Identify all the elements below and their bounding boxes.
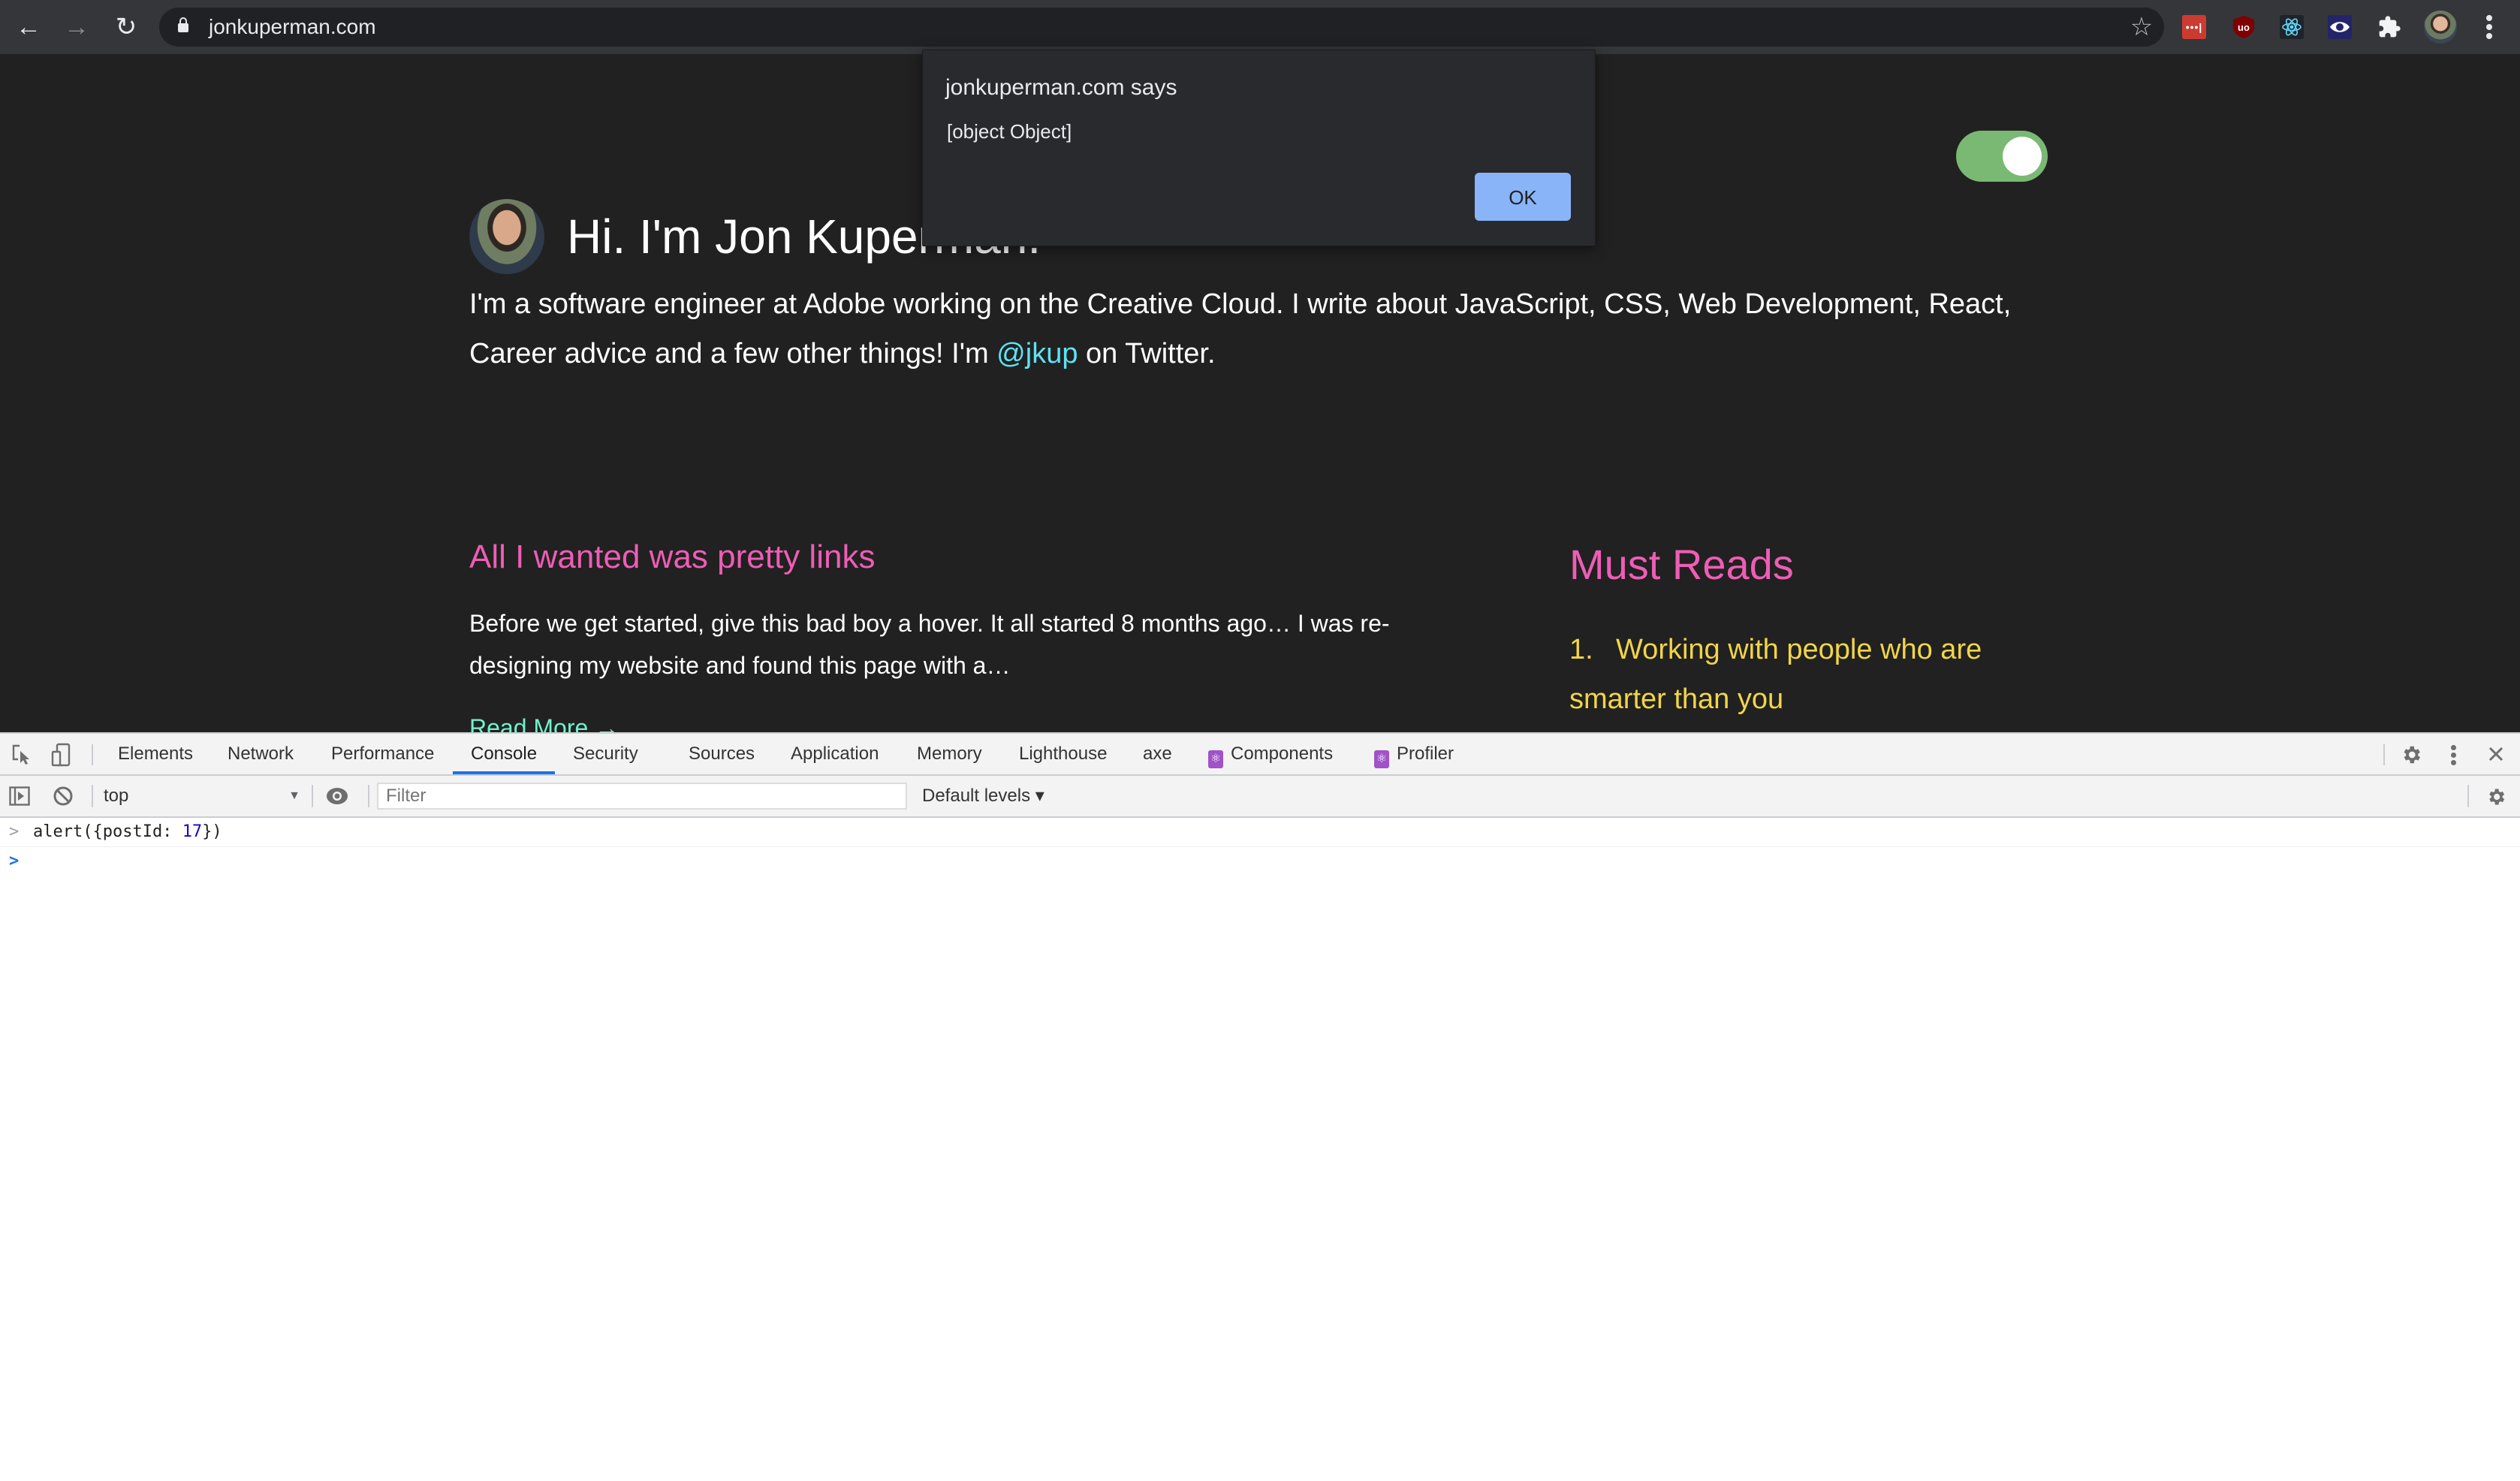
read-more-link[interactable]: Read More → [469, 709, 619, 732]
execution-context-select[interactable]: top ▼ [104, 783, 300, 809]
browser-toolbar: ← → ↻ jonkuperman.com ☆ •••| uo [0, 0, 2520, 54]
alert-title: jonkuperman.com says [945, 75, 1177, 100]
item-label[interactable]: Working with people who are smarter than… [1569, 634, 1982, 715]
bookmark-star-icon[interactable]: ☆ [2127, 12, 2157, 42]
tab-memory[interactable]: Memory [917, 734, 982, 774]
intro-text-end: on Twitter. [1078, 338, 1216, 369]
intro-paragraph: I'm a software engineer at Adobe working… [469, 279, 2031, 379]
code-text: }) [202, 822, 222, 841]
console-command: alert({postId: 17}) [33, 818, 222, 846]
inspect-element-icon[interactable] [12, 744, 32, 765]
toolbar-divider [312, 785, 313, 807]
console-toolbar: top ▼ Default levels ▾ [0, 776, 2520, 818]
must-reads-list: 1. Working with people who are smarter th… [1569, 625, 2035, 724]
tab-sources[interactable]: Sources [689, 734, 755, 774]
toolbar-divider [2467, 785, 2469, 807]
alert-message: [object Object] [947, 120, 1072, 143]
arrow-left-icon: ← [16, 13, 41, 41]
chrome-menu-button[interactable] [2478, 11, 2500, 44]
tab-console[interactable]: Console [471, 734, 537, 774]
react-devtools-extension-icon[interactable] [2280, 15, 2304, 39]
console-output[interactable]: > alert({postId: 17}) > [0, 818, 2520, 1481]
tab-profiler[interactable]: ⚛ Profiler [1374, 734, 1454, 774]
tab-network[interactable]: Network [228, 734, 294, 774]
show-sidebar-icon[interactable] [9, 786, 30, 806]
react-icon: ⚛ [1208, 750, 1223, 768]
svg-text:uo: uo [2238, 22, 2250, 33]
ok-button[interactable]: OK [1475, 173, 1571, 221]
devtools-tab-bar: Elements Network Performance Console Sec… [0, 734, 2520, 776]
log-levels-dropdown[interactable]: Default levels ▾ [922, 783, 1044, 809]
tab-elements[interactable]: Elements [118, 734, 193, 774]
tab-components-label: Components [1231, 744, 1334, 764]
console-filter-input[interactable] [377, 783, 907, 810]
back-button[interactable]: ← [12, 11, 45, 44]
toolbar-divider [2383, 744, 2385, 765]
tab-security[interactable]: Security [573, 734, 638, 774]
input-prompt-chevron-icon: > [9, 852, 20, 870]
tab-performance[interactable]: Performance [331, 734, 434, 774]
alert-dialog: jonkuperman.com says [object Object] OK [922, 50, 1596, 246]
tab-components[interactable]: ⚛ Components [1208, 734, 1333, 774]
active-tab-indicator [453, 771, 555, 774]
react-icon: ⚛ [1374, 750, 1389, 768]
code-text: alert({postId: [33, 822, 182, 841]
settings-gear-icon[interactable] [2400, 744, 2422, 766]
device-toolbar-icon[interactable] [51, 743, 74, 767]
address-bar[interactable] [159, 8, 2164, 47]
forward-button[interactable]: → [60, 11, 93, 44]
toolbar-divider [92, 785, 93, 807]
tab-application[interactable]: Application [791, 734, 879, 774]
extensions-puzzle-icon[interactable] [2377, 15, 2401, 39]
author-avatar [469, 199, 544, 274]
tab-axe[interactable]: axe [1143, 734, 1172, 774]
arrow-right-icon: → [64, 13, 89, 41]
reload-icon: ↻ [115, 13, 137, 41]
dark-mode-toggle[interactable] [1956, 131, 2048, 182]
context-value: top [104, 786, 129, 806]
dropdown-arrow-icon: ▼ [288, 789, 300, 802]
reload-button[interactable]: ↻ [110, 11, 143, 44]
url-text[interactable]: jonkuperman.com [209, 11, 376, 44]
must-reads-heading: Must Reads [1569, 541, 1794, 588]
close-devtools-icon[interactable] [2487, 745, 2505, 763]
post-excerpt: Before we get started, give this bad boy… [469, 610, 1390, 679]
must-reads-item[interactable]: 1. Working with people who are smarter th… [1569, 625, 2035, 724]
profile-avatar[interactable] [2424, 11, 2457, 44]
ublock-extension-icon[interactable]: uo [2232, 15, 2256, 39]
entry-chevron-icon: > [9, 822, 20, 841]
devtools-more-button[interactable] [2446, 742, 2461, 768]
tab-profiler-label: Profiler [1397, 744, 1454, 764]
console-entry: > alert({postId: 17}) [0, 818, 2520, 847]
tab-lighthouse[interactable]: Lighthouse [1019, 734, 1107, 774]
code-number: 17 [182, 822, 203, 841]
twitter-link[interactable]: @jkup [996, 338, 1078, 369]
item-number: 1. [1569, 634, 1593, 665]
lastpass-extension-icon[interactable]: •••| [2182, 15, 2206, 39]
toggle-knob [2003, 137, 2042, 176]
toolbar-divider [92, 744, 93, 765]
devtools-panel: Elements Network Performance Console Sec… [0, 732, 2520, 1481]
lock-icon [178, 17, 188, 32]
console-settings-gear-icon[interactable] [2485, 786, 2506, 807]
post-title-link[interactable]: All I wanted was pretty links [469, 535, 875, 580]
live-expression-eye-icon[interactable] [326, 786, 348, 806]
toolbar-divider [368, 785, 369, 807]
console-prompt-line[interactable]: > [0, 847, 2520, 876]
clear-console-icon[interactable] [53, 786, 74, 807]
eye-extension-icon[interactable] [2328, 15, 2352, 39]
intro-text: I'm a software engineer at Adobe working… [469, 288, 2012, 369]
